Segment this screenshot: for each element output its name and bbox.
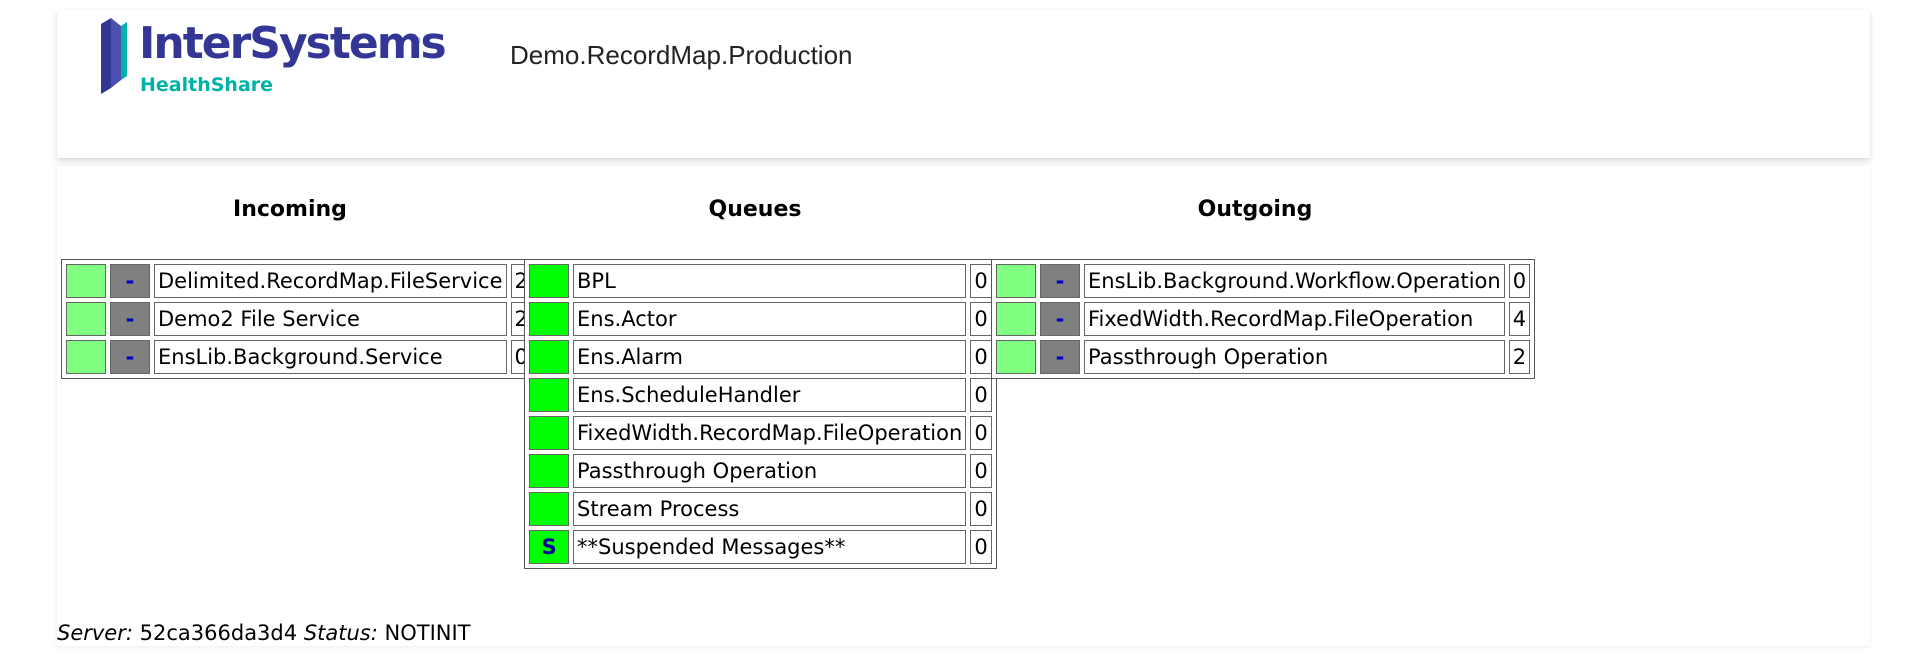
outgoing-table: - EnsLib.Background.Workflow.Operation 0- F… bbox=[991, 259, 1536, 379]
queue-count[interactable]: 0 bbox=[970, 492, 992, 526]
host-name[interactable]: EnsLib.Background.Workflow.Operation bbox=[1084, 264, 1505, 298]
outgoing-heading: Outgoing bbox=[1197, 197, 1313, 222]
queue-status-indicator bbox=[529, 340, 569, 374]
queue-name[interactable]: Ens.Actor bbox=[573, 302, 967, 336]
registered-mark: ® bbox=[413, 36, 421, 47]
incoming-row[interactable]: - EnsLib.Background.Service 0 bbox=[66, 340, 532, 374]
status-indicator bbox=[66, 302, 106, 336]
logo-sub-text: HealthShare bbox=[140, 74, 274, 96]
queue-name[interactable]: Stream Process bbox=[573, 492, 967, 526]
queue-row[interactable]: Ens.ScheduleHandler 0 bbox=[529, 378, 992, 412]
queue-name[interactable]: Ens.Alarm bbox=[573, 340, 967, 374]
queue-name[interactable]: **Suspended Messages** bbox=[573, 530, 967, 564]
status-label: Status: bbox=[303, 621, 378, 645]
message-count[interactable]: 0 bbox=[1508, 264, 1531, 298]
host-name[interactable]: FixedWidth.RecordMap.FileOperation bbox=[1084, 302, 1505, 336]
host-name[interactable]: Demo2 File Service bbox=[154, 302, 507, 336]
status-footer: Server: 52ca366da3d4 Status: NOTINIT bbox=[57, 621, 471, 645]
queue-status-indicator: S bbox=[529, 530, 569, 564]
status-indicator bbox=[996, 302, 1036, 336]
host-name[interactable]: Passthrough Operation bbox=[1084, 340, 1505, 374]
message-count[interactable]: 2 bbox=[1508, 340, 1531, 374]
queue-count[interactable]: 0 bbox=[970, 530, 992, 564]
outgoing-row[interactable]: - EnsLib.Background.Workflow.Operation 0 bbox=[996, 264, 1531, 298]
queue-row[interactable]: S **Suspended Messages** 0 bbox=[529, 530, 992, 564]
production-title: Demo.RecordMap.Production bbox=[510, 40, 853, 70]
queue-row[interactable]: FixedWidth.RecordMap.FileOperation 0 bbox=[529, 416, 992, 450]
queue-row[interactable]: Stream Process 0 bbox=[529, 492, 992, 526]
incoming-table: - Delimited.RecordMap.FileService 2- Demo2 … bbox=[61, 259, 537, 379]
queue-status-indicator bbox=[529, 416, 569, 450]
logo-mark-icon bbox=[101, 18, 127, 94]
server-value: 52ca366da3d4 bbox=[139, 621, 298, 645]
status-indicator bbox=[996, 340, 1036, 374]
header-panel: InterSystems ® HealthShare Demo.RecordMa… bbox=[57, 10, 1870, 158]
intersystems-logo: InterSystems ® HealthShare bbox=[97, 16, 447, 96]
queue-status-indicator bbox=[529, 302, 569, 336]
queue-name[interactable]: FixedWidth.RecordMap.FileOperation bbox=[573, 416, 967, 450]
queue-count[interactable]: 0 bbox=[970, 340, 992, 374]
queue-name[interactable]: Passthrough Operation bbox=[573, 454, 967, 488]
queue-name[interactable]: BPL bbox=[573, 264, 967, 298]
server-label: Server: bbox=[57, 621, 133, 645]
queue-row[interactable]: BPL 0 bbox=[529, 264, 992, 298]
queue-count[interactable]: 0 bbox=[970, 302, 992, 336]
queues-heading: Queues bbox=[708, 197, 802, 222]
outgoing-row[interactable]: - FixedWidth.RecordMap.FileOperation 4 bbox=[996, 302, 1531, 336]
enable-toggle[interactable]: - bbox=[1040, 264, 1080, 298]
queue-count[interactable]: 0 bbox=[970, 264, 992, 298]
message-count[interactable]: 4 bbox=[1508, 302, 1531, 336]
enable-toggle[interactable]: - bbox=[110, 302, 150, 336]
queue-count[interactable]: 0 bbox=[970, 416, 992, 450]
incoming-heading: Incoming bbox=[233, 197, 347, 222]
logo-brand-text: InterSystems bbox=[139, 18, 447, 69]
status-indicator bbox=[66, 264, 106, 298]
queue-count[interactable]: 0 bbox=[970, 454, 992, 488]
incoming-row[interactable]: - Delimited.RecordMap.FileService 2 bbox=[66, 264, 532, 298]
host-name[interactable]: EnsLib.Background.Service bbox=[154, 340, 507, 374]
enable-toggle[interactable]: - bbox=[1040, 340, 1080, 374]
status-indicator bbox=[996, 264, 1036, 298]
enable-toggle[interactable]: - bbox=[1040, 302, 1080, 336]
enable-toggle[interactable]: - bbox=[110, 340, 150, 374]
queue-row[interactable]: Passthrough Operation 0 bbox=[529, 454, 992, 488]
queue-status-indicator bbox=[529, 378, 569, 412]
enable-toggle[interactable]: - bbox=[110, 264, 150, 298]
outgoing-row[interactable]: - Passthrough Operation 2 bbox=[996, 340, 1531, 374]
queue-row[interactable]: Ens.Alarm 0 bbox=[529, 340, 992, 374]
queue-status-indicator bbox=[529, 264, 569, 298]
queue-status-indicator bbox=[529, 454, 569, 488]
status-indicator bbox=[66, 340, 106, 374]
queue-name[interactable]: Ens.ScheduleHandler bbox=[573, 378, 967, 412]
host-name[interactable]: Delimited.RecordMap.FileService bbox=[154, 264, 507, 298]
queues-table: BPL 0 Ens.Actor 0 Ens.Alarm 0 Ens.ScheduleHand… bbox=[524, 259, 997, 569]
status-value: NOTINIT bbox=[384, 621, 471, 645]
incoming-row[interactable]: - Demo2 File Service 2 bbox=[66, 302, 532, 336]
queue-count[interactable]: 0 bbox=[970, 378, 992, 412]
queue-status-indicator bbox=[529, 492, 569, 526]
queue-row[interactable]: Ens.Actor 0 bbox=[529, 302, 992, 336]
